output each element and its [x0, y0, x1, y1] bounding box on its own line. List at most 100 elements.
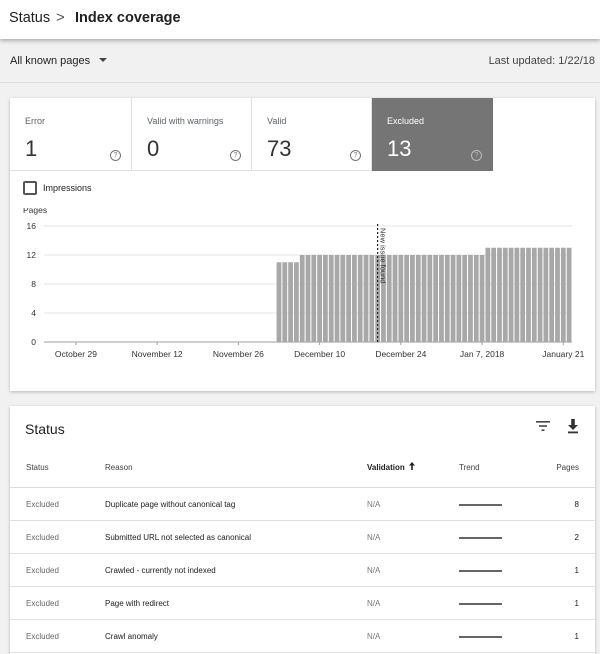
chart-bar — [305, 255, 311, 342]
chart-bar — [479, 255, 485, 342]
chart-bar — [404, 255, 410, 342]
x-tick-label: December 24 — [375, 349, 426, 359]
row-status: Excluded — [26, 632, 59, 641]
chart-bar — [526, 247, 531, 342]
chart-bar — [468, 255, 473, 342]
chart-bar — [328, 255, 334, 342]
chart-bar — [410, 255, 415, 342]
chart-bar — [555, 247, 560, 342]
x-tick-label: January 21 — [542, 349, 584, 359]
column-header-reason[interactable]: Reason — [105, 463, 133, 472]
chart-bar — [462, 255, 468, 342]
row-pages: 1 — [574, 632, 579, 641]
chart-bar — [427, 255, 433, 342]
pages-filter-dropdown[interactable]: All known pages — [10, 55, 108, 67]
filter-bar: All known pages Last updated: 1/22/18 — [0, 39, 600, 83]
row-pages: 1 — [574, 566, 579, 575]
chart-bar — [282, 262, 288, 342]
row-pages: 2 — [574, 533, 579, 542]
row-reason: Crawled - currently not indexed — [105, 566, 216, 575]
trend-sparkline — [459, 636, 502, 638]
row-validation: N/A — [367, 599, 381, 608]
chart-bar — [444, 255, 450, 342]
chart-bar — [531, 247, 537, 342]
table-row[interactable]: Excluded Duplicate page without canonica… — [10, 488, 595, 521]
row-reason: Duplicate page without canonical tag — [105, 500, 236, 509]
impressions-checkbox[interactable] — [23, 181, 37, 195]
tile-excluded[interactable]: Excluded 13 ? — [372, 98, 493, 171]
y-tick-label: 12 — [27, 250, 37, 260]
arrow-up-icon[interactable] — [408, 461, 416, 471]
chart-bar — [497, 247, 502, 342]
help-icon[interactable]: ? — [230, 150, 241, 161]
chart-bar — [456, 255, 462, 342]
chart-bar — [473, 255, 479, 342]
last-updated-text: Last updated: 1/22/18 — [488, 55, 595, 67]
row-reason: Page with redirect — [105, 599, 170, 608]
x-tick-label: November 12 — [132, 349, 183, 359]
chart-bar — [311, 255, 317, 342]
chart-bar — [514, 247, 520, 342]
chart-bar — [421, 255, 427, 342]
chart-bar — [352, 255, 357, 342]
help-icon[interactable]: ? — [350, 150, 361, 161]
tile-value: 73 — [267, 136, 292, 161]
trend-sparkline — [459, 537, 502, 539]
pages-filter-label: All known pages — [10, 55, 91, 67]
chart-bar — [560, 247, 566, 342]
chart-bar — [491, 247, 497, 342]
chart-bar — [502, 247, 508, 342]
row-status: Excluded — [26, 599, 59, 608]
x-tick-label: October 29 — [55, 349, 97, 359]
breadcrumb-root[interactable]: Status — [9, 10, 50, 26]
row-status: Excluded — [26, 533, 59, 542]
row-pages: 1 — [574, 599, 579, 608]
row-pages: 8 — [574, 500, 579, 509]
page-title: Index coverage — [75, 10, 181, 26]
tile-valid[interactable]: Valid 73 ? — [252, 98, 372, 171]
coverage-summary-card: Error 1 ? Valid with warnings 0 ? Valid … — [10, 98, 595, 391]
chart-bar — [543, 247, 549, 342]
table-row[interactable]: Excluded Crawl anomaly N/A 1 — [10, 620, 595, 653]
tile-label: Error — [25, 116, 45, 126]
help-icon[interactable]: ? — [471, 150, 482, 161]
caret-down-icon — [99, 58, 108, 62]
status-table-title: Status — [25, 421, 65, 437]
row-validation: N/A — [367, 533, 381, 542]
chart-bar — [398, 255, 404, 342]
column-header-pages[interactable]: Pages — [556, 463, 579, 472]
chart-bar — [508, 247, 514, 342]
row-validation: N/A — [367, 632, 381, 641]
chart-bar — [334, 255, 340, 342]
chart-bar — [485, 247, 491, 342]
tile-value: 1 — [25, 136, 38, 161]
chart-bar — [276, 262, 282, 342]
tile-error[interactable]: Error 1 ? — [10, 98, 132, 171]
chart-bar — [294, 262, 299, 342]
trend-sparkline — [459, 504, 502, 506]
trend-sparkline — [459, 570, 502, 572]
table-row[interactable]: Excluded Crawled - currently not indexed… — [10, 554, 595, 587]
chart-bar — [323, 255, 328, 342]
chart-bar — [357, 255, 363, 342]
download-icon[interactable] — [563, 416, 583, 436]
row-reason: Crawl anomaly — [105, 632, 158, 641]
column-header-trend[interactable]: Trend — [459, 463, 480, 472]
x-tick-label: December 10 — [294, 349, 345, 359]
tile-valid-with-warnings[interactable]: Valid with warnings 0 ? — [132, 98, 252, 171]
table-row[interactable]: Excluded Page with redirect N/A 1 — [10, 587, 595, 620]
impressions-label: Impressions — [43, 183, 92, 193]
chart-bar — [433, 255, 439, 342]
help-icon[interactable]: ? — [110, 150, 121, 161]
row-validation: N/A — [367, 566, 381, 575]
column-header-validation[interactable]: Validation — [367, 463, 405, 472]
y-tick-label: 0 — [31, 337, 36, 347]
chart-bar — [520, 247, 526, 342]
chart-bar — [340, 255, 346, 342]
filter-icon[interactable] — [533, 416, 553, 436]
column-header-status[interactable]: Status — [26, 463, 49, 472]
tile-label: Valid with warnings — [147, 116, 224, 126]
tile-value: 13 — [387, 136, 412, 161]
row-status: Excluded — [26, 566, 59, 575]
table-row[interactable]: Excluded Submitted URL not selected as c… — [10, 521, 595, 554]
